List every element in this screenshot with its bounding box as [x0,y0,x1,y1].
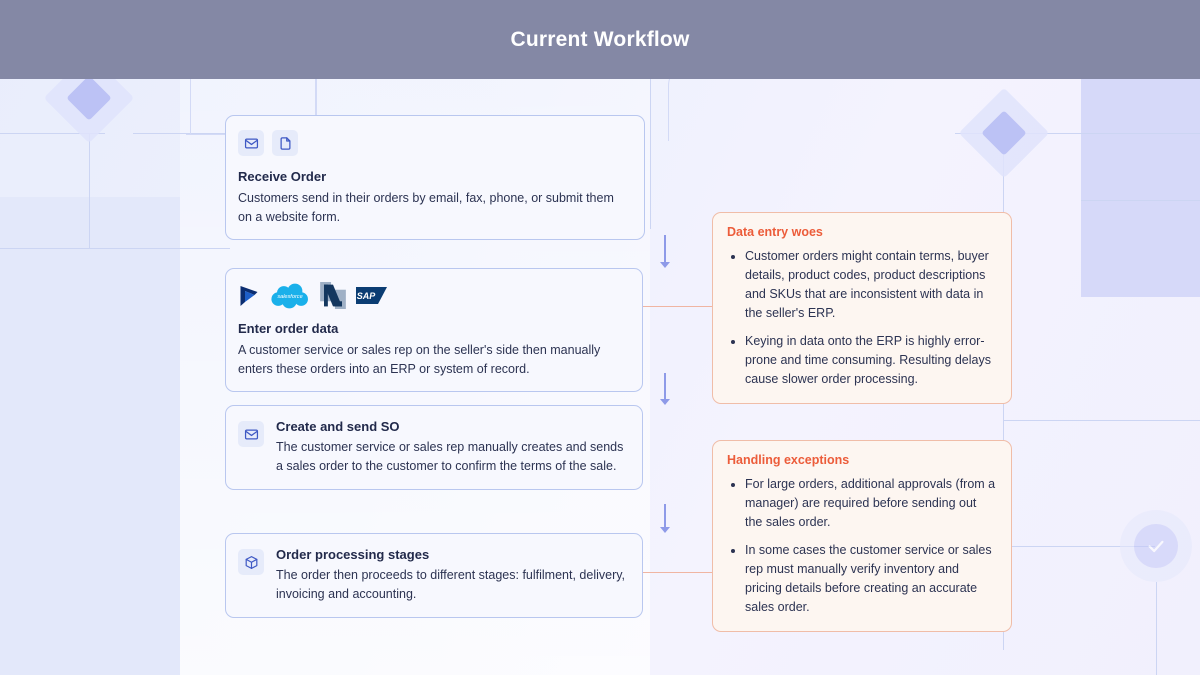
svg-text:salesforce: salesforce [277,293,302,299]
netsuite-logo [320,282,346,309]
background-grid-line [89,133,90,248]
step-content: Create and send SO The customer service … [238,419,630,476]
document-icon [280,136,290,150]
flow-arrow-1 [659,235,671,268]
arrow-stem [664,504,666,527]
step-text-col: Create and send SO The customer service … [276,419,630,476]
callout-bullet: In some cases the customer service or sa… [745,541,997,617]
callout-bullet: Customer orders might contain terms, buy… [745,247,997,323]
diamond-inner [981,110,1027,156]
check-badge-decoration [1120,510,1192,582]
page-header: Current Workflow [0,0,1200,79]
callout-bullet: Keying in data onto the ERP is highly er… [745,332,997,389]
background-grid-line [0,248,230,249]
background-grid-line [1003,420,1200,421]
flow-arrow-2 [659,373,671,405]
package-icon [245,555,257,569]
mail-icon-tile [238,421,264,447]
step-icon-row: salesforce SAP [238,282,630,309]
arrow-head [660,262,670,268]
mail-icon-tile [238,130,264,156]
arrow-head [660,399,670,405]
background-grid-line [1010,546,1155,547]
diamond-inner [66,75,112,121]
connector-step4-to-callout2 [643,572,713,573]
background-band-right [1081,79,1200,297]
background-grid-line [650,79,651,229]
step-title: Receive Order [238,169,327,184]
background-grid-line [0,133,105,134]
callout-bullet: For large orders, additional approvals (… [745,475,997,532]
step-description: A customer service or sales rep on the s… [238,343,601,376]
callout-data-entry-woes[interactable]: Data entry woes Customer orders might co… [712,212,1012,404]
svg-text:SAP: SAP [357,291,377,301]
step-description: The order then proceeds to different sta… [276,568,626,601]
step-card-order-processing-stages[interactable]: Order processing stages The order then p… [225,533,643,618]
step-card-receive-order[interactable]: Receive Order Customers send in their or… [225,115,645,240]
step-icon-row [238,130,630,156]
callout-title: Handling exceptions [727,453,850,467]
microsoft-dynamics-logo [240,285,258,306]
callout-bullet-list: Customer orders might contain terms, buy… [727,247,997,389]
sap-logo-tile: SAP [356,287,387,304]
document-icon-tile [272,130,298,156]
callout-bullet-list: For large orders, additional approvals (… [727,475,997,617]
mail-icon [244,138,258,148]
background-grid-line [1081,200,1200,201]
page-title: Current Workflow [510,27,690,51]
step-title: Enter order data [238,321,339,336]
workflow-diagram-page: Current Workflow Receive Order Customers… [0,0,1200,675]
microsoft-dynamics-logo-tile [238,284,260,308]
step-card-create-send-so[interactable]: Create and send SO The customer service … [225,405,643,490]
check-icon [1148,540,1164,553]
salesforce-logo-tile: salesforce [270,283,310,309]
arrow-head [660,527,670,533]
package-icon-tile [238,549,264,575]
step-text-col: Order processing stages The order then p… [276,547,630,604]
background-grid-line [955,133,1200,134]
salesforce-logo: salesforce [271,283,308,308]
sap-logo: SAP [356,287,387,304]
background-grid-line [1156,582,1157,675]
step-icon-col [238,419,264,447]
callout-handling-exceptions[interactable]: Handling exceptions For large orders, ad… [712,440,1012,632]
diamond-decoration-right [958,87,1050,179]
step-title: Order processing stages [276,547,430,562]
callout-title: Data entry woes [727,225,823,239]
arrow-stem [664,235,666,262]
check-badge-disc [1134,524,1178,568]
connector-step2-to-callout1 [643,306,713,307]
step-description: The customer service or sales rep manual… [276,440,624,473]
mail-icon [244,429,258,439]
step-card-enter-order-data[interactable]: salesforce SAP Enter order data A custom… [225,268,643,392]
background-band-left [0,197,180,675]
step-description: Customers send in their orders by email,… [238,191,614,224]
step-icon-col [238,547,264,575]
arrow-stem [664,373,666,399]
netsuite-logo-tile [320,282,346,309]
flow-arrow-3 [659,504,671,533]
step-title: Create and send SO [276,419,400,434]
step-content: Order processing stages The order then p… [238,547,630,604]
diamond-outer [958,87,1050,179]
